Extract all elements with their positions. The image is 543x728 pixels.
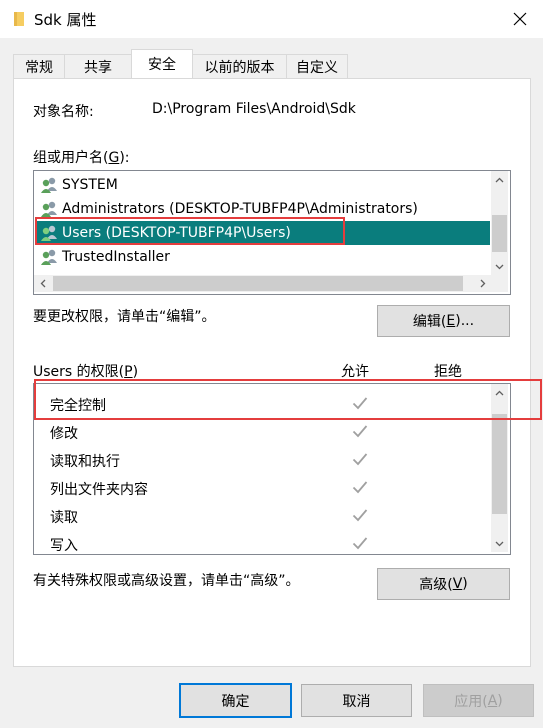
check-icon <box>352 537 368 550</box>
arrow-down-icon <box>495 264 504 269</box>
advanced-hint: 有关特殊权限或高级设置，请单击“高级”。 <box>33 573 300 589</box>
annotation-box-users <box>35 217 345 245</box>
edit-hint: 要更改权限，请单击“编辑”。 <box>33 309 216 325</box>
list-item-system[interactable]: SYSTEM <box>36 173 490 197</box>
apply-button[interactable]: 应用(A) <box>423 684 534 717</box>
scroll-down-button[interactable] <box>491 535 508 552</box>
arrow-down-icon <box>495 541 504 546</box>
annotation-box-full-control <box>34 379 542 420</box>
groups-vertical-scrollbar[interactable] <box>491 171 508 275</box>
permission-row-list-folder: 列出文件夹内容 <box>36 474 492 502</box>
title-bar: Sdk 属性 <box>0 0 543 38</box>
permission-name: 修改 <box>50 426 78 442</box>
arrow-left-icon <box>40 279 45 288</box>
close-button[interactable] <box>497 0 543 38</box>
tab-customize[interactable]: 自定义 <box>286 54 348 79</box>
window-title: Sdk 属性 <box>34 11 97 29</box>
permission-row-read-execute: 读取和执行 <box>36 446 492 474</box>
users-group-icon <box>41 249 57 265</box>
advanced-button[interactable]: 高级(V) <box>377 568 510 600</box>
groups-label: 组或用户名(G): <box>33 150 130 166</box>
ok-button[interactable]: 确定 <box>179 683 292 718</box>
arrow-right-icon <box>480 279 485 288</box>
list-item-label: TrustedInstaller <box>62 249 170 265</box>
permission-row-write: 写入 <box>36 530 492 558</box>
permissions-label: Users 的权限(P) <box>33 364 139 380</box>
groups-horizontal-scrollbar[interactable] <box>34 275 508 292</box>
scroll-down-button[interactable] <box>491 258 508 275</box>
cancel-button[interactable]: 取消 <box>301 684 412 717</box>
users-group-icon <box>41 177 57 193</box>
scroll-left-button[interactable] <box>34 275 51 292</box>
scroll-thumb[interactable] <box>492 414 507 514</box>
check-icon <box>352 481 368 494</box>
permission-name: 写入 <box>50 538 78 554</box>
permission-name: 读取 <box>50 510 78 526</box>
scroll-right-button[interactable] <box>474 275 491 292</box>
arrow-up-icon <box>495 177 504 182</box>
permission-row-modify: 修改 <box>36 418 492 446</box>
object-name-value: D:\Program Files\Android\Sdk <box>152 101 356 117</box>
permission-name: 列出文件夹内容 <box>50 482 148 498</box>
tab-security[interactable]: 安全 <box>131 49 193 78</box>
list-item-trustedinstaller[interactable]: TrustedInstaller <box>36 245 490 269</box>
tab-previous-versions[interactable]: 以前的版本 <box>192 54 287 79</box>
permission-row-read: 读取 <box>36 502 492 530</box>
check-icon <box>352 425 368 438</box>
list-item-label: Administrators (DESKTOP-TUBFP4P\Administ… <box>62 201 418 217</box>
permission-name: 读取和执行 <box>50 454 120 470</box>
check-icon <box>352 509 368 522</box>
horizontal-scroll-thumb[interactable] <box>53 276 463 291</box>
allow-column-header: 允许 <box>341 364 369 380</box>
folder-icon <box>14 12 24 26</box>
check-icon <box>352 453 368 466</box>
list-item-label: SYSTEM <box>62 177 118 193</box>
deny-column-header: 拒绝 <box>434 364 462 380</box>
edit-button[interactable]: 编辑(E)... <box>377 305 510 337</box>
scroll-thumb[interactable] <box>492 215 507 252</box>
tab-sharing[interactable]: 共享 <box>64 54 132 79</box>
object-name-label: 对象名称: <box>33 104 94 120</box>
security-panel: 对象名称: D:\Program Files\Android\Sdk 组或用户名… <box>13 78 531 667</box>
scroll-up-button[interactable] <box>491 171 508 188</box>
tab-general[interactable]: 常规 <box>13 54 65 79</box>
close-icon <box>513 12 527 26</box>
users-group-icon <box>41 201 57 217</box>
